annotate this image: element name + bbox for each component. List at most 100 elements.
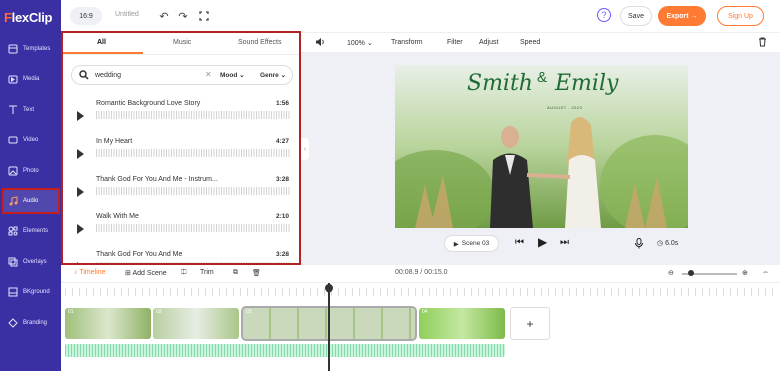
duplicate-icon[interactable]: ⧉: [233, 269, 238, 277]
media-icon: [8, 74, 18, 84]
top-bar: 16:9 Untitled ↶ ↷ ? Save Export → Sign U…: [61, 0, 780, 33]
help-icon[interactable]: ?: [597, 8, 611, 22]
waveform: [96, 149, 291, 157]
timecode: 00:08.9 / 00:15.0: [395, 269, 448, 276]
timeline-tab[interactable]: ♪ Timeline: [74, 269, 106, 276]
preview-stage: ‹ Smith & Emily AUGUST . 2023 ▶ Scene 03…: [301, 53, 780, 265]
undo-icon[interactable]: ↶: [157, 9, 171, 23]
project-title[interactable]: Untitled: [115, 11, 139, 18]
overlays-icon: [8, 257, 18, 267]
audio-panel: All Music Sound Effects wedding ✕ Mood ⌄…: [61, 31, 301, 265]
play-icon[interactable]: [77, 149, 84, 159]
left-navigation: FlexClip Templates Media Text Video Phot…: [0, 0, 61, 371]
clear-search-icon[interactable]: ✕: [205, 70, 212, 79]
flexclip-logo[interactable]: FlexClip: [4, 10, 52, 25]
waveform: [96, 187, 291, 195]
mood-dropdown[interactable]: Mood ⌄: [220, 71, 245, 79]
audio-track-waveform[interactable]: [65, 344, 505, 357]
nav-label: Overlays: [23, 259, 47, 265]
add-scene-button[interactable]: ⊞ Add Scene: [125, 269, 167, 277]
zoom-out-icon[interactable]: ⊖: [668, 269, 674, 277]
waveform: [96, 111, 291, 119]
search-input[interactable]: wedding: [95, 72, 121, 79]
nav-label: Text: [23, 107, 35, 113]
audio-track-item[interactable]: Walk With Me 2:10: [71, 210, 293, 244]
split-icon[interactable]: ⎅: [181, 269, 187, 277]
nav-item-audio[interactable]: Audio: [2, 188, 60, 214]
tab-all[interactable]: All: [97, 39, 106, 46]
sign-up-button[interactable]: Sign Up: [717, 6, 764, 26]
elements-icon: [8, 226, 18, 236]
genre-dropdown[interactable]: Genre ⌄: [260, 71, 286, 79]
track-duration: 3:28: [275, 176, 289, 183]
timeline-toolbar: ♪ Timeline ⊞ Add Scene ⎅ Trim ⧉ 🗑 00:08.…: [61, 265, 780, 283]
zoom-in-icon[interactable]: ⊕: [742, 269, 748, 277]
nav-label: Templates: [23, 46, 51, 52]
audio-icon: [8, 196, 18, 206]
ampersand-text: &: [537, 69, 548, 86]
scene-clip-02[interactable]: 02: [153, 308, 239, 339]
zoom-dropdown[interactable]: 100% ⌄: [347, 39, 373, 47]
export-button[interactable]: Export →: [658, 6, 706, 26]
audio-track-item[interactable]: Romantic Background Love Story 1:56: [71, 97, 293, 131]
templates-icon: [8, 44, 18, 54]
trim-button[interactable]: Trim: [200, 269, 214, 276]
tab-sound-effects[interactable]: Sound Effects: [238, 39, 281, 46]
play-icon[interactable]: [77, 224, 84, 234]
play-icon[interactable]: [77, 111, 84, 121]
trash-icon[interactable]: [758, 37, 767, 49]
audio-tabs: All Music Sound Effects: [63, 33, 299, 55]
save-button[interactable]: Save: [620, 6, 652, 26]
nav-item-branding[interactable]: Branding: [4, 312, 58, 334]
nav-item-bkground[interactable]: BKground: [4, 281, 58, 303]
next-icon[interactable]: ⏭: [560, 237, 569, 248]
nav-label: Audio: [23, 198, 39, 204]
edit-toolbar: 100% ⌄ Transform Filter Adjust Speed: [301, 33, 780, 53]
bkground-icon: [8, 287, 18, 297]
nav-label: Media: [23, 76, 40, 82]
scene-duration[interactable]: ◷ 6.0s: [657, 239, 678, 247]
nav-item-text[interactable]: Text: [4, 99, 58, 121]
scene-clip-04[interactable]: 04: [419, 308, 505, 339]
previous-icon[interactable]: ⏮: [515, 237, 524, 248]
wedding-date: AUGUST . 2023: [547, 105, 583, 110]
audio-track-item[interactable]: In My Heart 4:27: [71, 135, 293, 169]
delete-icon[interactable]: 🗑: [252, 269, 261, 277]
nav-item-overlays[interactable]: Overlays: [4, 251, 58, 273]
nav-item-templates[interactable]: Templates: [4, 38, 58, 60]
nav-item-elements[interactable]: Elements: [4, 220, 58, 242]
microphone-icon[interactable]: [635, 238, 643, 252]
collapse-panel-icon[interactable]: ‹: [301, 138, 309, 160]
audio-track-item[interactable]: Thank God For You And Me 3:28: [71, 248, 293, 263]
volume-icon[interactable]: [315, 37, 325, 49]
aspect-ratio-button[interactable]: 16:9: [70, 7, 102, 25]
zoom-slider-handle[interactable]: [688, 270, 694, 276]
scene-selector[interactable]: ▶ Scene 03: [444, 235, 499, 252]
timeline-tracks: 01 02 03 04 +: [61, 282, 780, 371]
branding-icon: [8, 318, 18, 328]
video-icon: [8, 135, 18, 145]
nav-item-photo[interactable]: Photo: [4, 160, 58, 182]
redo-icon[interactable]: ↷: [176, 9, 190, 23]
video-preview[interactable]: Smith & Emily AUGUST . 2023: [395, 65, 688, 228]
nav-item-media[interactable]: Media: [4, 68, 58, 90]
play-button[interactable]: ▶: [538, 235, 547, 249]
track-name: Thank God For You And Me: [96, 251, 183, 258]
speed-button[interactable]: Speed: [520, 39, 540, 46]
scene-clip-01[interactable]: 01: [65, 308, 151, 339]
filter-button[interactable]: Filter: [447, 39, 463, 46]
fit-timeline-icon[interactable]: ⇔: [762, 269, 769, 276]
search-icon: [79, 70, 89, 83]
nav-item-video[interactable]: Video: [4, 129, 58, 151]
tab-music[interactable]: Music: [173, 39, 191, 46]
play-icon[interactable]: [77, 187, 84, 197]
audio-track-item[interactable]: Thank God For You And Me - Instrum... 3:…: [71, 173, 293, 207]
track-duration: 1:56: [275, 100, 289, 107]
audio-search-bar: wedding ✕ Mood ⌄ Genre ⌄: [71, 65, 293, 85]
transform-button[interactable]: Transform: [391, 39, 423, 46]
adjust-button[interactable]: Adjust: [479, 39, 498, 46]
add-clip-button[interactable]: +: [510, 307, 550, 340]
playhead[interactable]: [328, 283, 330, 371]
couple-name-right: Emily: [555, 71, 619, 96]
fullscreen-icon[interactable]: [197, 9, 211, 23]
